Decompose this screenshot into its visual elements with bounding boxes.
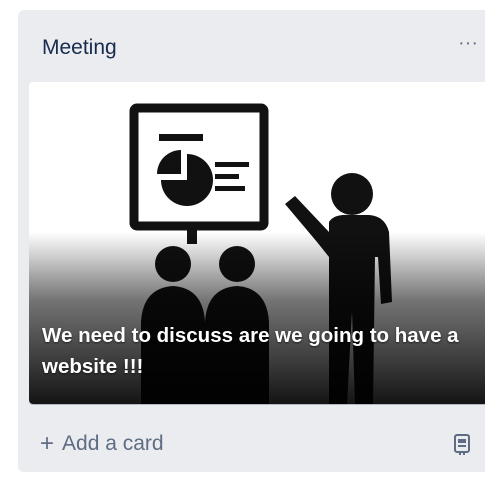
- list-meeting: Meeting ··· We need to discuss are we go…: [18, 10, 485, 472]
- add-card-label: Add a card: [62, 432, 164, 455]
- list-title[interactable]: Meeting: [42, 36, 117, 60]
- list-menu-icon[interactable]: ···: [453, 28, 483, 58]
- card[interactable]: We need to discuss are we going to have …: [29, 82, 485, 404]
- card-template-icon[interactable]: [449, 430, 477, 458]
- add-card-button[interactable]: + Add a card: [40, 426, 164, 462]
- card-title[interactable]: We need to discuss are we going to have …: [42, 320, 482, 382]
- plus-icon: +: [40, 430, 55, 457]
- list-header[interactable]: Meeting ···: [18, 10, 485, 80]
